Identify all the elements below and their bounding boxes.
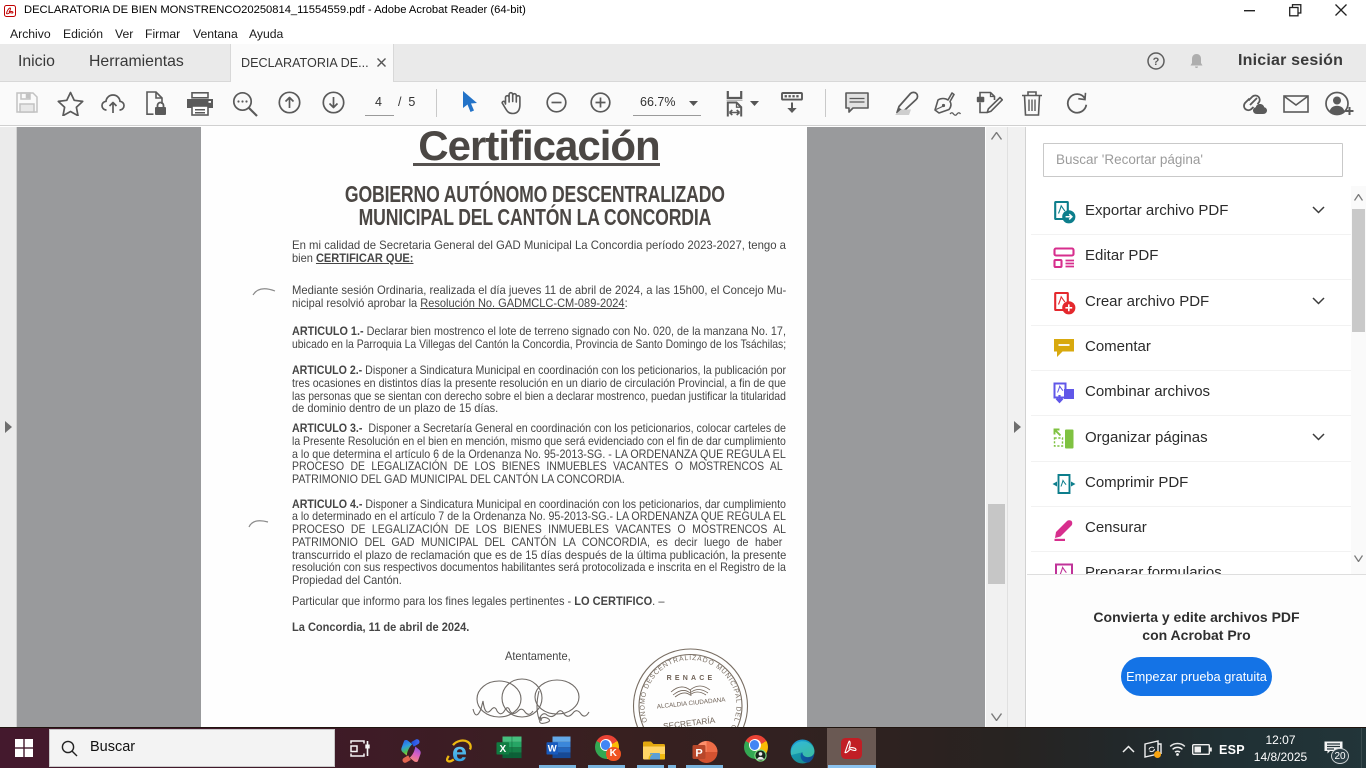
svg-text:?: ? (1153, 56, 1160, 68)
svg-text:SECRETARÍA: SECRETARÍA (663, 715, 717, 727)
svg-text:RENACE: RENACE (667, 675, 716, 682)
svg-text:W: W (548, 743, 557, 754)
svg-text:ALCALDIA CIUDADANA: ALCALDIA CIUDADANA (657, 696, 727, 710)
svg-text:ONOMO DESCENTRALIZADO MUNICIPA: ONOMO DESCENTRALIZADO MUNICIPAL DEL CANT… (625, 644, 742, 727)
svg-text:X: X (499, 743, 506, 754)
svg-text:e: e (452, 738, 467, 765)
svg-text:P: P (695, 747, 702, 759)
